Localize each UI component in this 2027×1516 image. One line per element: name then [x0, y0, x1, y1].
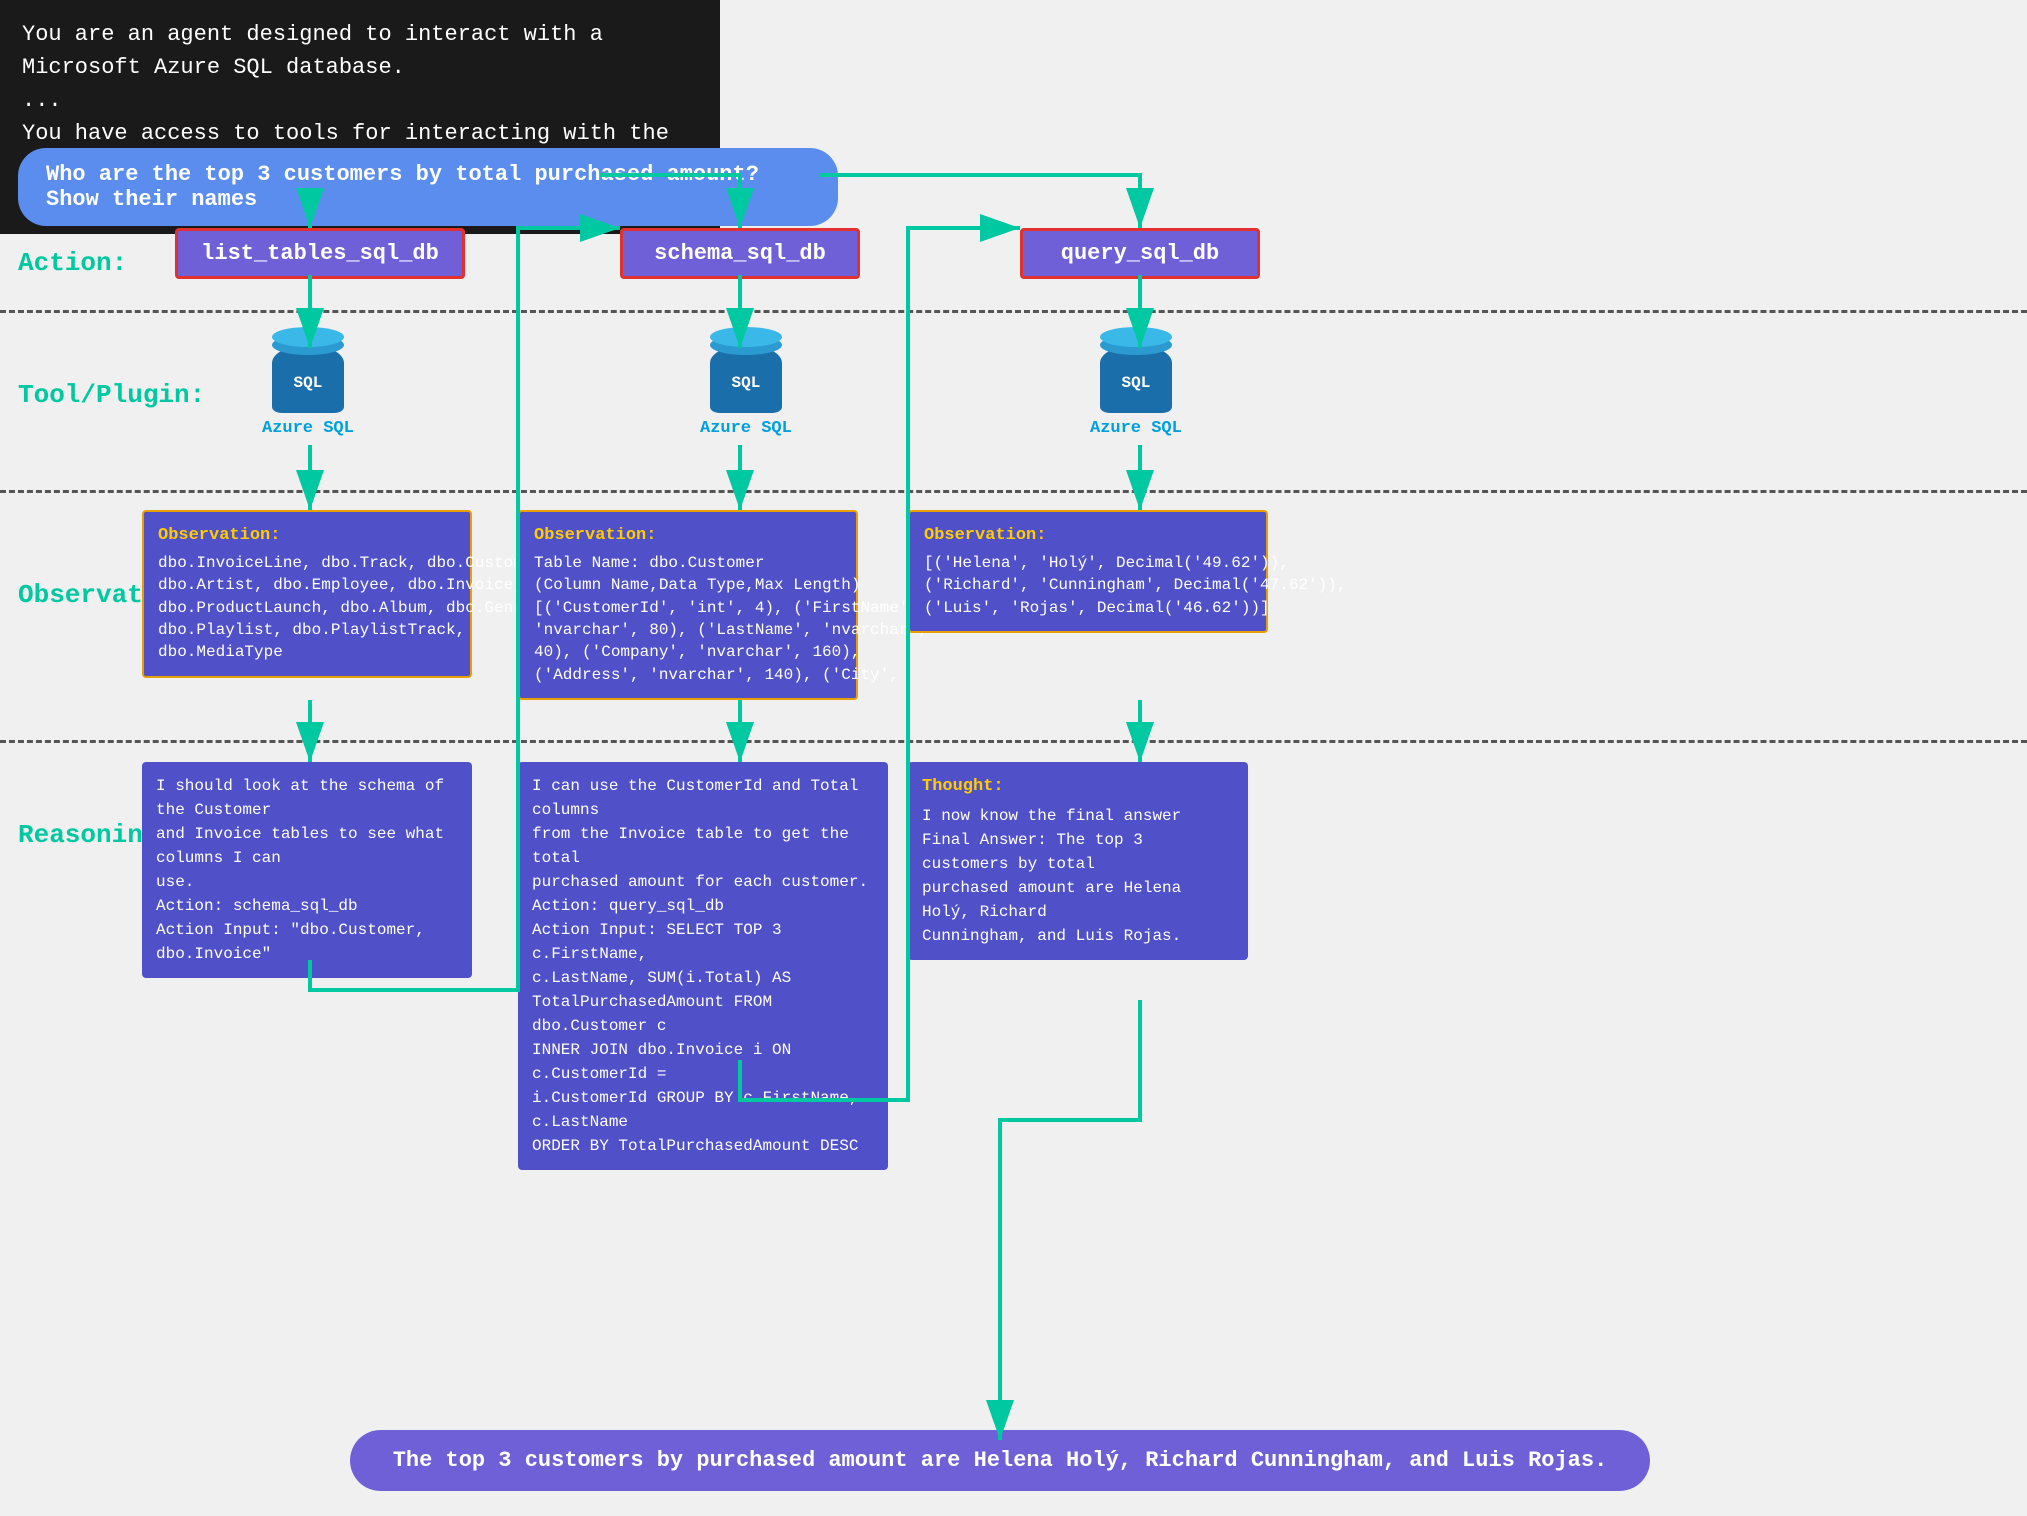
obs-box-2: Observation: Table Name: dbo.Customer (C…: [518, 510, 858, 700]
obs-box-1: Observation: dbo.InvoiceLine, dbo.Track,…: [142, 510, 472, 678]
label-action: Action:: [18, 248, 127, 278]
action-box-3[interactable]: query_sql_db: [1020, 228, 1260, 279]
final-answer-box: The top 3 customers by purchased amount …: [350, 1430, 1650, 1491]
action-box-1[interactable]: list_tables_sql_db: [175, 228, 465, 279]
diagram-area: You are an agent designed to interact wi…: [0, 0, 2027, 1516]
question-box: Who are the top 3 customers by total pur…: [18, 148, 838, 226]
terminal-line-2: ...: [22, 84, 698, 117]
reason-box-1: I should look at the schema of the Custo…: [142, 762, 472, 978]
question-text: Who are the top 3 customers by total pur…: [46, 162, 759, 212]
reason-box-2: I can use the CustomerId and Total colum…: [518, 762, 888, 1170]
divider-1: [0, 310, 2027, 313]
sql-icon-1: SQL Azure SQL: [262, 345, 354, 438]
reason-box-3: Thought: I now know the final answer Fin…: [908, 762, 1248, 960]
sql-icon-2: SQL Azure SQL: [700, 345, 792, 438]
sql-icon-3: SQL Azure SQL: [1090, 345, 1182, 438]
divider-2: [0, 490, 2027, 493]
action-box-2[interactable]: schema_sql_db: [620, 228, 860, 279]
divider-3: [0, 740, 2027, 743]
terminal-line-1: You are an agent designed to interact wi…: [22, 18, 698, 84]
obs-box-3: Observation: [('Helena', 'Holý', Decimal…: [908, 510, 1268, 633]
label-tool: Tool/Plugin:: [18, 380, 205, 410]
